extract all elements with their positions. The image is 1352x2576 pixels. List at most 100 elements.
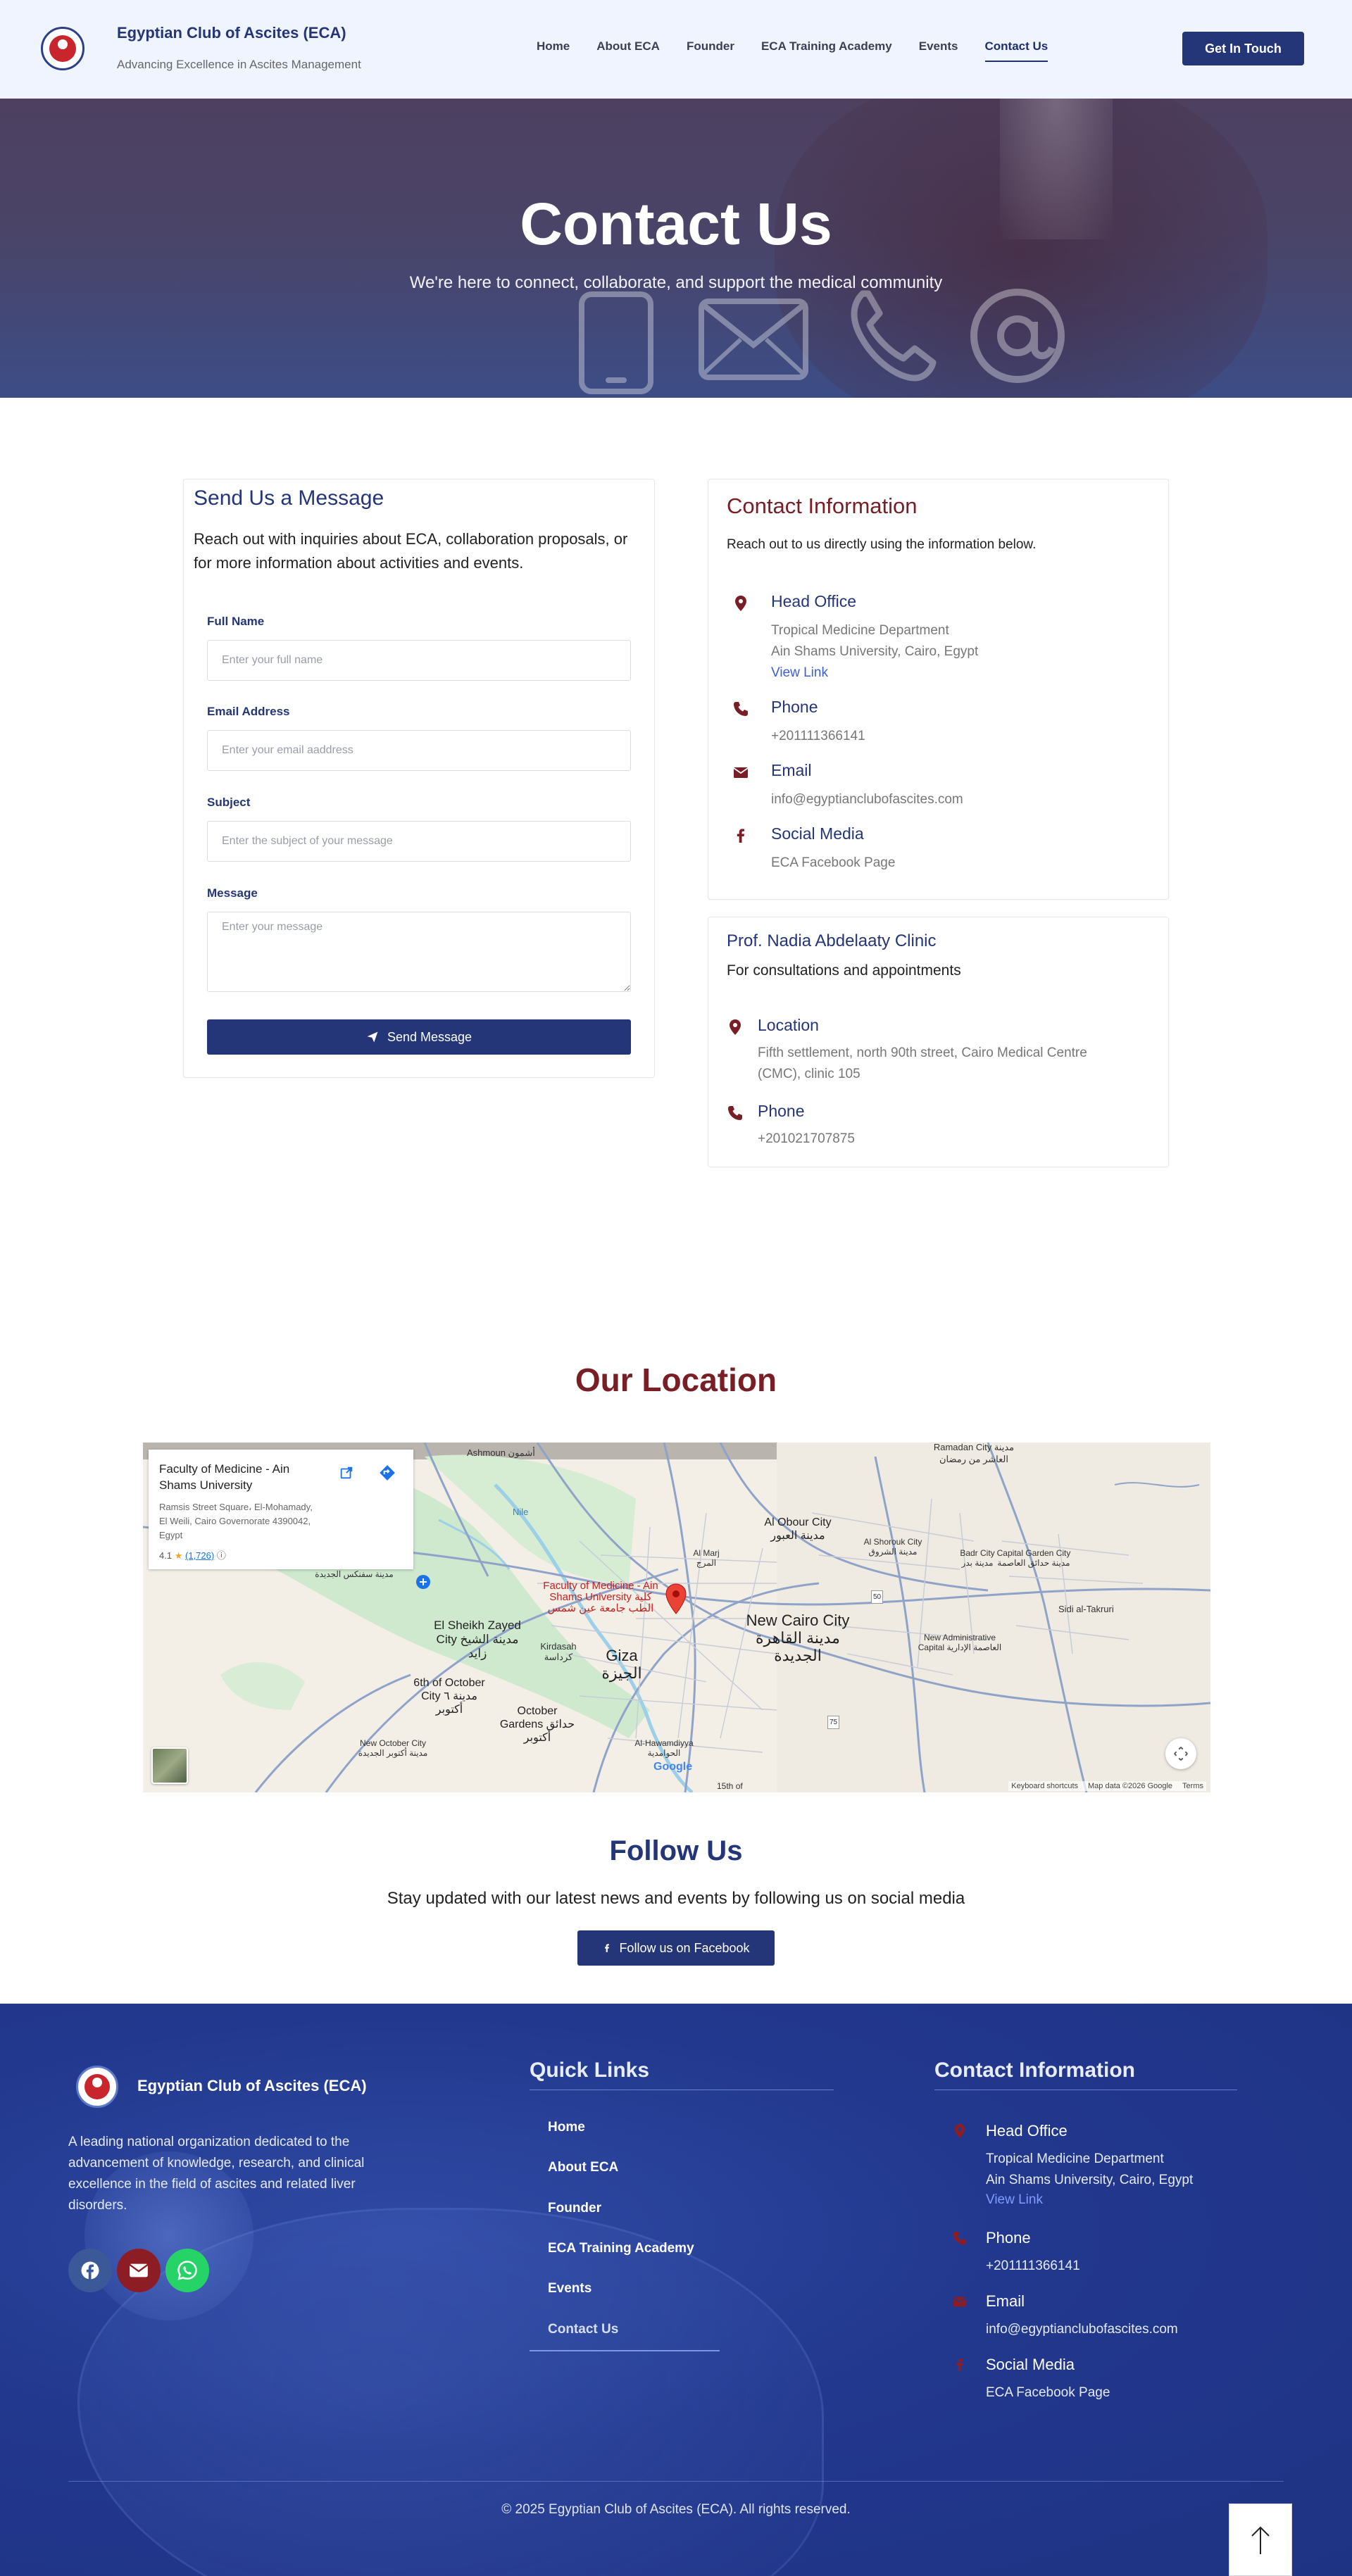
footer-link-home[interactable]: Home (548, 2120, 585, 2135)
fullscreen-icon[interactable] (1165, 1738, 1196, 1769)
map-data-attribution: Map data ©2026 Google (1088, 1782, 1173, 1790)
map-label-new-october: New October City مدينة أكتوبر الجديدة (358, 1738, 428, 1758)
nav-contact[interactable]: Contact Us (984, 39, 1049, 62)
send-message-button[interactable]: Send Message (207, 1019, 631, 1055)
head-office-line2: Ain Shams University, Cairo, Egypt (771, 644, 979, 659)
clinic-phone-value[interactable]: +201021707875 (758, 1129, 855, 1150)
clinic-location-title: Location (758, 1016, 819, 1034)
map-label-capital-garden: Capital Garden City مدينة حدائق العاصمة (996, 1548, 1071, 1568)
footer-view-link[interactable]: View Link (986, 2192, 1043, 2208)
head-office-title: Head Office (771, 592, 857, 610)
footer-email-button[interactable] (117, 2249, 161, 2292)
map-pin-icon (735, 596, 746, 611)
map-label-almarj: Al Marj المرج (693, 1548, 720, 1568)
footer-link-events[interactable]: Events (548, 2281, 592, 2297)
head-office-view-link[interactable]: View Link (771, 665, 828, 681)
map-label-alobour: Al Obour City مدينة العبور (764, 1516, 832, 1542)
quick-links-title: Quick Links (530, 2059, 650, 2082)
phone-value[interactable]: +201111366141 (771, 726, 865, 747)
map-place-name: Faculty of Medicine - Ain Shams Universi… (159, 1462, 290, 1492)
map-label-new-admin-capital: New Administrative Capital العاصمة الإدا… (918, 1633, 1002, 1652)
follow-subtitle: Stay updated with our latest news and ev… (387, 1889, 965, 1908)
map-label-ramadan: Ramadan City مدينة العاشر من رمضان (933, 1443, 1015, 1464)
map-footer: Keyboard shortcuts Map data ©2026 Google… (1008, 1781, 1206, 1791)
email-value[interactable]: info@egyptianclubofascites.com (771, 789, 963, 810)
map-label-15th: 15th of (717, 1781, 743, 1791)
email-input[interactable] (207, 730, 631, 771)
map-place-address: Ramsis Street Square، El-Mohamady, El We… (159, 1502, 313, 1540)
scroll-to-top-button[interactable] (1229, 2503, 1292, 2576)
footer-link-about[interactable]: About ECA (548, 2160, 618, 2175)
phone-icon (953, 2231, 967, 2245)
active-link-underline (530, 2350, 720, 2351)
map-pin-icon (954, 2123, 965, 2139)
hero-banner: Contact Us We're here to connect, collab… (0, 99, 1352, 398)
smartphone-icon (579, 291, 653, 394)
subject-input[interactable] (207, 821, 631, 862)
envelope-icon (699, 299, 808, 380)
phone-icon (728, 1106, 742, 1120)
footer-facebook-page-link[interactable]: ECA Facebook Page (986, 2382, 1110, 2404)
directions-icon[interactable] (375, 1461, 399, 1485)
map-road-50: 50 (871, 1590, 884, 1604)
head-office-line1: Tropical Medicine Department (771, 623, 949, 638)
contact-info-title: Contact Information (727, 494, 918, 518)
site-footer: Egyptian Club of Ascites (ECA) A leading… (0, 2004, 1352, 2576)
info-icon[interactable]: ⓘ (217, 1550, 226, 1561)
get-in-touch-button[interactable]: Get In Touch (1182, 32, 1304, 65)
footer-brand: Egyptian Club of Ascites (ECA) (137, 2077, 367, 2094)
map-terms[interactable]: Terms (1182, 1782, 1203, 1790)
map-label-nile: Nile (513, 1507, 529, 1517)
footer-email-value[interactable]: info@egyptianclubofascites.com (986, 2319, 1178, 2340)
copyright: © 2025 Egyptian Club of Ascites (ECA). A… (501, 2502, 851, 2517)
footer-eca-logo[interactable] (76, 2066, 118, 2108)
map-reviews-link[interactable]: (1,726) (185, 1550, 214, 1561)
map-label-sidi-al-takruri: Sidi al-Takruri (1058, 1604, 1114, 1614)
clinic-location-line2: (CMC), clinic 105 (758, 1067, 860, 1081)
satellite-layer-toggle[interactable] (151, 1747, 188, 1784)
footer-contact-title: Contact Information (934, 2059, 1135, 2082)
follow-title: Follow Us (609, 1835, 743, 1866)
follow-facebook-button[interactable]: Follow us on Facebook (577, 1930, 775, 1966)
footer-phone-value[interactable]: +201111366141 (986, 2256, 1080, 2277)
email-label: Email Address (207, 705, 290, 718)
footer-whatsapp-button[interactable] (165, 2249, 209, 2292)
external-link-icon[interactable] (334, 1461, 358, 1485)
footer-facebook-button[interactable] (68, 2249, 112, 2292)
nav-founder[interactable]: Founder (687, 39, 734, 62)
nav-home[interactable]: Home (537, 39, 570, 62)
map-pin-icon[interactable] (665, 1583, 687, 1614)
clinic-title: Prof. Nadia Abdelaaty Clinic (727, 931, 937, 950)
nav-about[interactable]: About ECA (596, 39, 660, 62)
footer-link-contact[interactable]: Contact Us (548, 2322, 618, 2337)
message-textarea[interactable] (207, 912, 631, 992)
nav-training-academy[interactable]: ECA Training Academy (761, 39, 892, 62)
footer-link-founder[interactable]: Founder (548, 2201, 601, 2216)
map-label-sphinx-city: مدينة سفنكس الجديدة (315, 1569, 394, 1579)
map-rating-value: 4.1 (159, 1550, 173, 1561)
map-label-october-gardens: October Gardens حدائق أكتوبر (499, 1705, 575, 1744)
map-label-ashmoun: Ashmoun أشمون (467, 1447, 535, 1458)
main-nav: Home About ECA Founder ECA Training Acad… (537, 39, 1075, 62)
map-label-new-cairo: New Cairo City مدينة القاهرة الجديدة (746, 1611, 850, 1664)
full-name-input[interactable] (207, 640, 631, 681)
eca-logo[interactable] (41, 27, 84, 70)
footer-link-training-academy[interactable]: ECA Training Academy (548, 2241, 694, 2256)
brand-title[interactable]: Egyptian Club of Ascites (ECA) (117, 24, 346, 42)
google-map-embed[interactable]: Ashmoun أشمون Ramadan City مدينة العاشر … (143, 1443, 1210, 1792)
map-label-giza: Giza الجيزة (601, 1647, 642, 1682)
facebook-icon (605, 1944, 610, 1952)
facebook-page-link[interactable]: ECA Facebook Page (771, 853, 895, 874)
phone-icon (734, 702, 748, 716)
clinic-card: Prof. Nadia Abdelaaty Clinic For consult… (708, 917, 1169, 1167)
map-label-hawamdiyya: Al-Hawamdiyya الحوامدية (634, 1738, 694, 1758)
map-keyboard-shortcuts[interactable]: Keyboard shortcuts (1011, 1782, 1078, 1790)
google-logo-text: Google (653, 1761, 693, 1773)
footer-head-office-title: Head Office (986, 2122, 1068, 2140)
star-icon: ★ (174, 1550, 183, 1561)
map-label-faculty-pin: Faculty of Medicine - Ain Shams Universi… (543, 1580, 658, 1614)
footer-head-office-line1: Tropical Medicine Department (986, 2151, 1164, 2166)
map-pin-icon (730, 1019, 741, 1035)
nav-events[interactable]: Events (919, 39, 958, 62)
subject-label: Subject (207, 796, 251, 809)
